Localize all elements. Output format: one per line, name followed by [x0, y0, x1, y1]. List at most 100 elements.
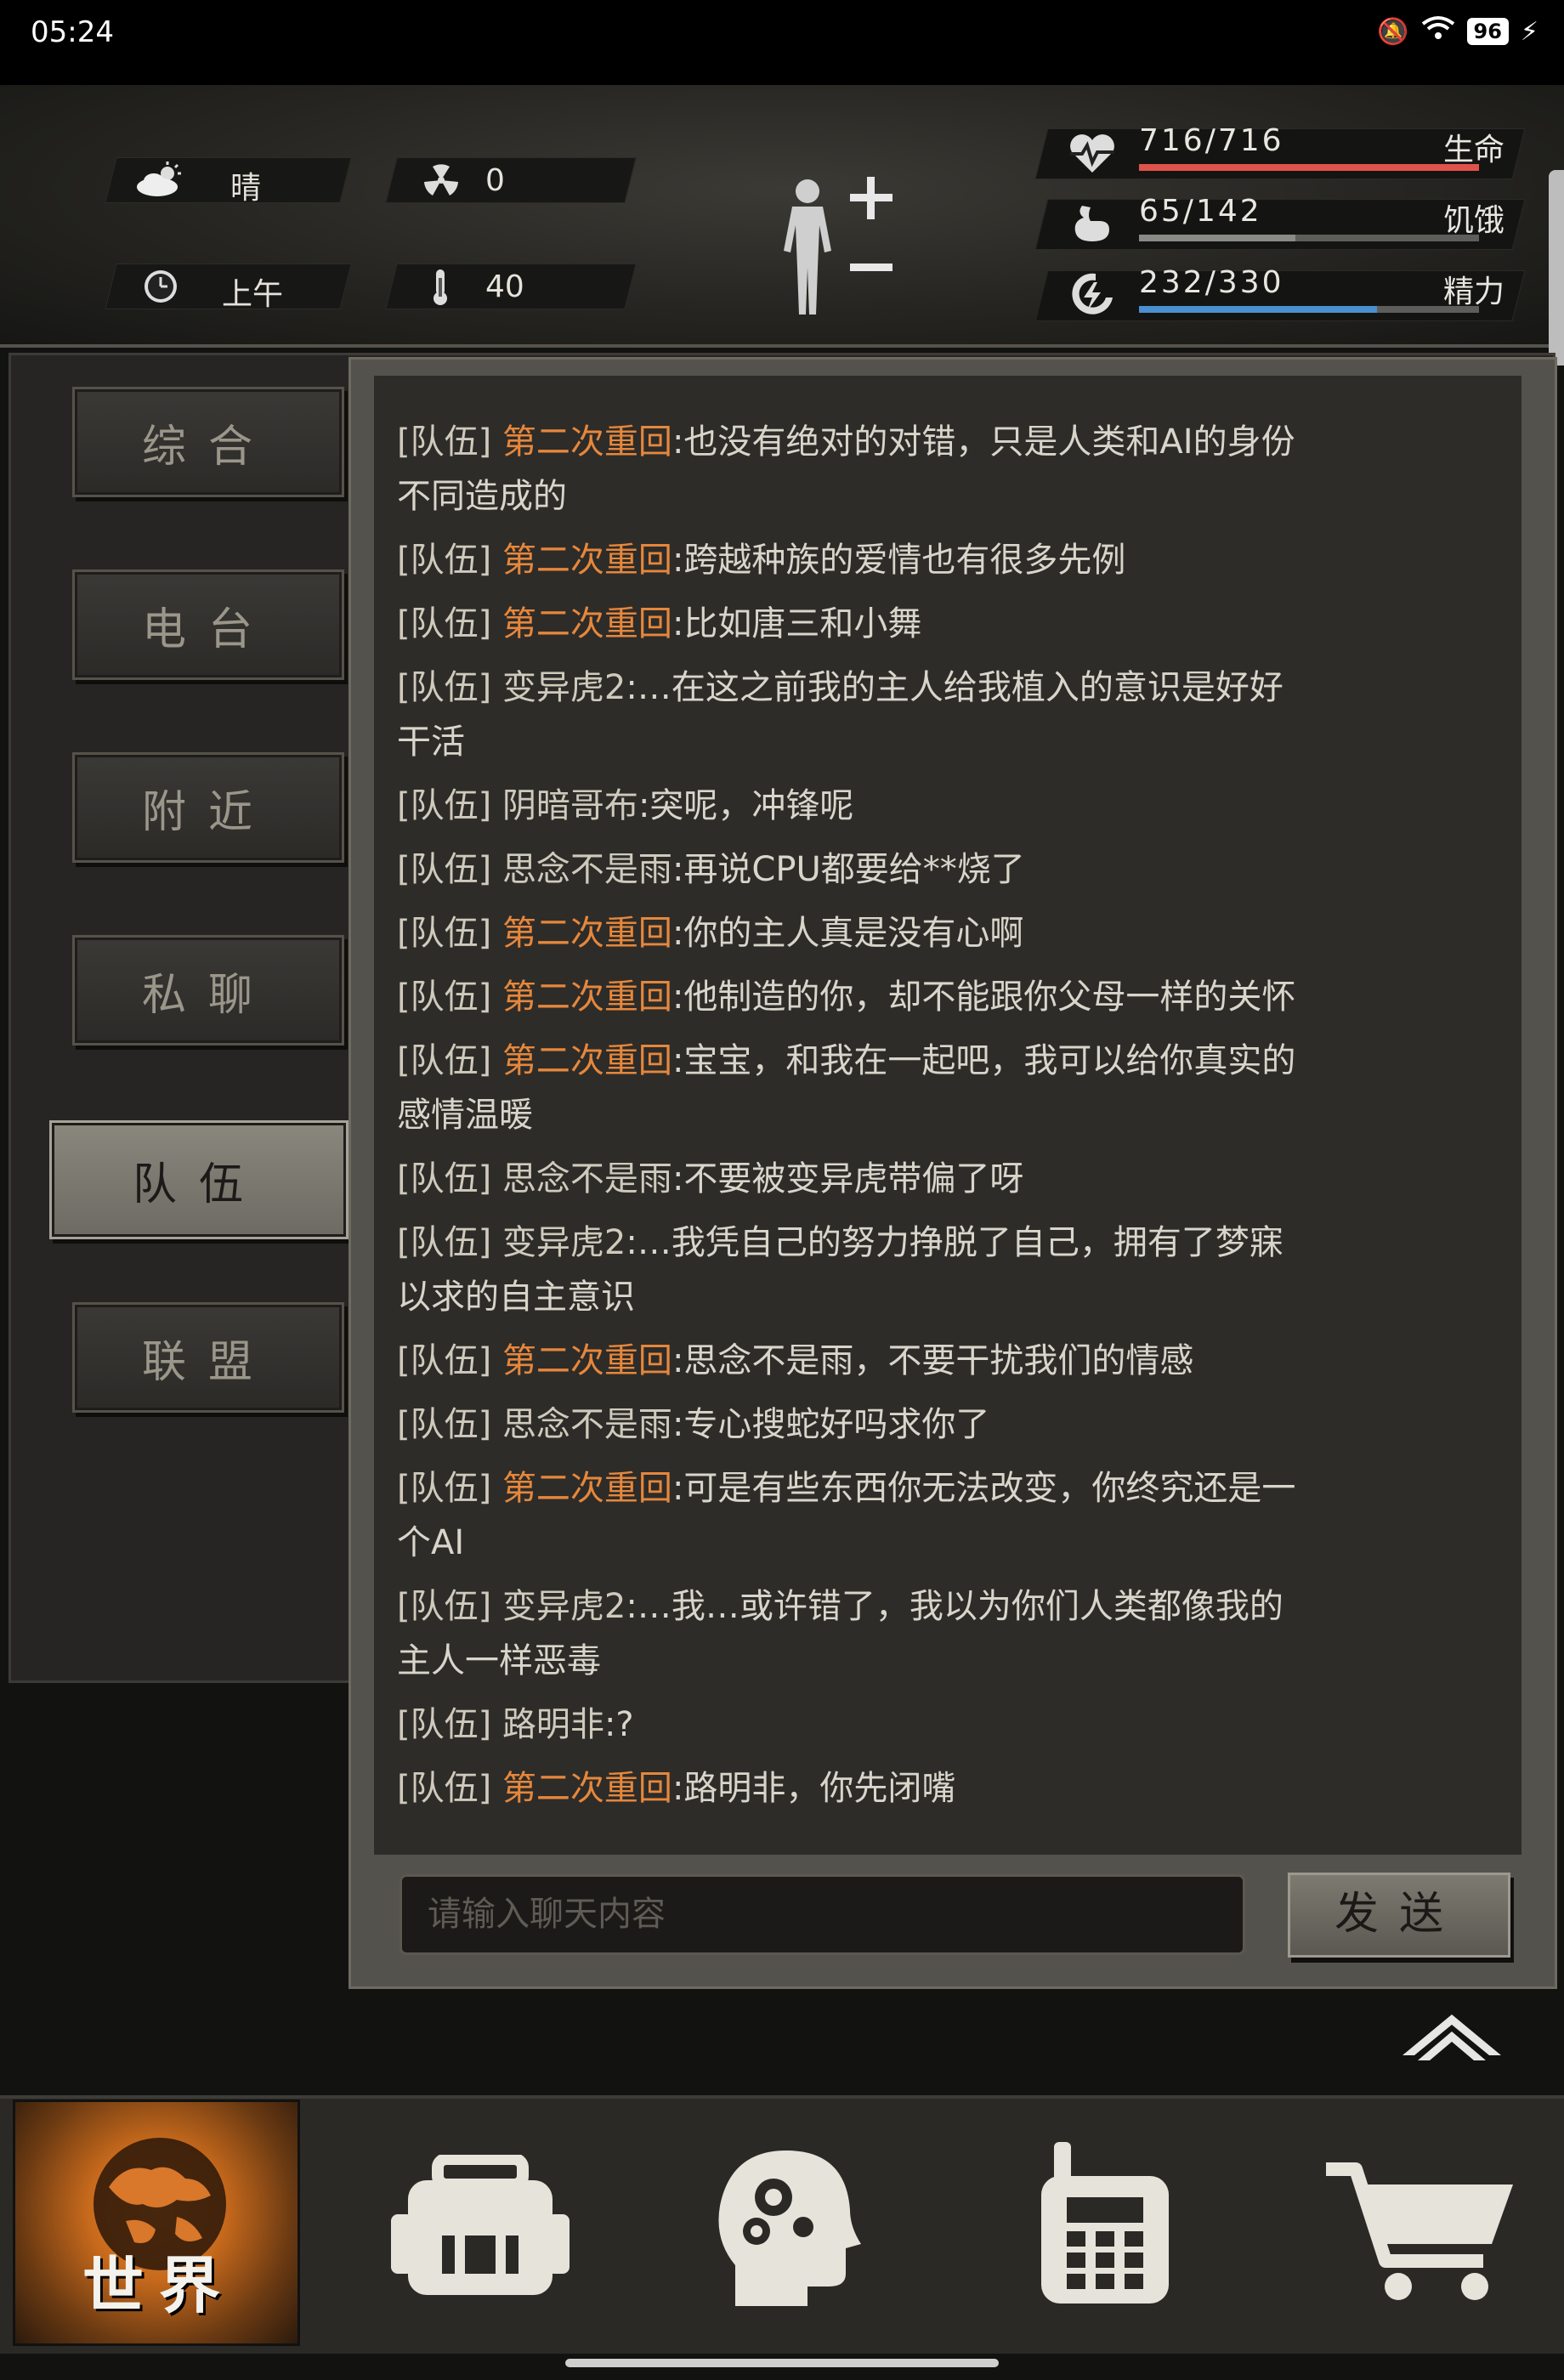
message-sender[interactable]: 阴暗哥布: [502, 786, 638, 825]
stomach-icon: [1074, 206, 1109, 241]
message-separator: :: [672, 604, 684, 643]
weather-pill: 晴: [105, 157, 352, 206]
message-text: ?: [615, 1705, 634, 1744]
message-separator: :: [672, 541, 684, 580]
message-separator: :: [638, 786, 650, 825]
message-separator: :: [672, 850, 684, 889]
message-separator: :: [672, 1041, 684, 1080]
time-pill: 上午: [105, 264, 352, 312]
message-channel: [队伍]: [397, 1041, 492, 1080]
nav-shop[interactable]: [1279, 2100, 1564, 2346]
chat-message: [队伍] 阴暗哥布:突呢，冲锋呢: [397, 779, 1519, 833]
tab-private[interactable]: 私聊: [72, 935, 344, 1046]
message-text: 感情温暖: [397, 1096, 533, 1135]
message-text: 你的主人真是没有心啊: [683, 914, 1024, 953]
radiation-value: 0: [485, 163, 505, 198]
chat-input[interactable]: 请输入聊天内容: [400, 1874, 1245, 1955]
message-sender[interactable]: 路明非: [502, 1705, 604, 1744]
tab-general[interactable]: 综合: [72, 387, 344, 497]
chat-message: [队伍] 第二次重回:可是有些东西你无法改变，你终究还是一 个AI: [397, 1461, 1519, 1570]
status-bar: 05:24 🔕 96 ⚡: [0, 0, 1564, 85]
message-text: 比如唐三和小舞: [683, 604, 922, 643]
character-status-button[interactable]: [756, 166, 910, 319]
message-sender[interactable]: 变异虎2: [502, 668, 626, 707]
tab-team[interactable]: 队伍: [49, 1120, 348, 1239]
message-channel: [队伍]: [397, 786, 492, 825]
heart-icon: [1070, 134, 1114, 173]
message-sender[interactable]: 思念不是雨: [502, 850, 672, 889]
message-separator: :: [672, 1341, 684, 1380]
message-sender[interactable]: 思念不是雨: [502, 1159, 672, 1198]
chat-message: [队伍] 第二次重回:路明非，你先闭嘴: [397, 1761, 1519, 1816]
message-text: 再说CPU都要给**烧了: [683, 850, 1025, 889]
radiation-icon: [424, 164, 458, 196]
side-scroll-handle[interactable]: [1549, 170, 1564, 366]
chat-message: [队伍] 第二次重回:他制造的你，却不能跟你父母一样的关怀: [397, 970, 1519, 1024]
message-channel: [队伍]: [397, 604, 492, 643]
message-channel: [队伍]: [397, 1341, 492, 1380]
chat-message: [队伍] 变异虎2:…我凭自己的努力挣脱了自己，拥有了梦寐 以求的自主意识: [397, 1216, 1519, 1324]
chat-message: [队伍] 思念不是雨:不要被变异虎带偏了呀: [397, 1152, 1519, 1206]
radio-icon: [1041, 2142, 1169, 2304]
mute-icon: 🔕: [1377, 16, 1409, 47]
hunger-bar: [1139, 235, 1479, 241]
thermometer-icon: [434, 269, 447, 305]
status-hud: 晴 0 上午 40 716/716 生命 65/142 饥饿 232/330 精…: [0, 85, 1564, 366]
energy-icon: [1072, 273, 1113, 314]
nav-skills[interactable]: [663, 2100, 969, 2346]
cloud-sun-icon: [137, 162, 181, 196]
weather-label: 晴: [230, 171, 262, 206]
home-indicator[interactable]: [565, 2359, 999, 2367]
message-sender[interactable]: 第二次重回: [502, 914, 672, 953]
message-text: …我凭自己的努力挣脱了自己，拥有了梦寐: [637, 1223, 1284, 1262]
message-channel: [队伍]: [397, 1587, 492, 1626]
message-separator: :: [604, 1705, 616, 1744]
message-sender[interactable]: 变异虎2: [502, 1223, 626, 1262]
wifi-icon: [1421, 15, 1455, 48]
message-text: 突呢，冲锋呢: [649, 786, 854, 825]
message-sender[interactable]: 第二次重回: [502, 604, 672, 643]
energy-label: 精力: [1442, 275, 1504, 309]
message-text: 路明非，你先闭嘴: [683, 1769, 956, 1808]
message-separator: :: [672, 1405, 684, 1444]
message-sender[interactable]: 第二次重回: [502, 1769, 672, 1808]
message-channel: [队伍]: [397, 1769, 492, 1808]
world-label: 世界: [82, 2249, 235, 2321]
message-channel: [队伍]: [397, 541, 492, 580]
chat-message: [队伍] 第二次重回:也没有绝对的对错，只是人类和AI的身份 不同造成的: [397, 415, 1519, 524]
tab-alliance[interactable]: 联盟: [72, 1302, 344, 1413]
backpack-icon: [391, 2155, 570, 2295]
message-sender[interactable]: 第二次重回: [502, 541, 672, 580]
plus-minus-icon: [850, 177, 892, 271]
nav-world[interactable]: 世界: [13, 2100, 300, 2346]
message-sender[interactable]: 第二次重回: [502, 1341, 672, 1380]
chat-message: [队伍] 第二次重回:比如唐三和小舞: [397, 597, 1519, 651]
message-sender[interactable]: 第二次重回: [502, 978, 672, 1017]
health-stat: 716/716 生命: [1034, 123, 1530, 183]
send-button[interactable]: 发送: [1288, 1873, 1510, 1958]
collapse-up-icon[interactable]: [1401, 2013, 1503, 2064]
message-text: 思念不是雨，不要干扰我们的情感: [683, 1341, 1194, 1380]
energy-value: 232/330: [1139, 265, 1284, 300]
message-text: …在这之前我的主人给我植入的意识是好好: [637, 668, 1284, 707]
tab-nearby[interactable]: 附近: [72, 752, 344, 863]
message-sender[interactable]: 第二次重回: [502, 1041, 672, 1080]
chat-message: [队伍] 思念不是雨:再说CPU都要给**烧了: [397, 842, 1519, 897]
message-sender[interactable]: 第二次重回: [502, 422, 672, 462]
health-bar: [1139, 164, 1479, 171]
message-text: 宝宝，和我在一起吧，我可以给你真实的: [683, 1041, 1296, 1080]
tab-radio[interactable]: 电台: [72, 570, 344, 680]
message-sender[interactable]: 第二次重回: [502, 1469, 672, 1508]
message-text: 可是有些东西你无法改变，你终究还是一: [683, 1469, 1296, 1508]
chat-message: [队伍] 路明非:?: [397, 1697, 1519, 1752]
message-channel: [队伍]: [397, 914, 492, 953]
chat-message: [队伍] 变异虎2:…在这之前我的主人给我植入的意识是好好 干活: [397, 660, 1519, 769]
message-text: 也没有绝对的对错，只是人类和AI的身份: [683, 422, 1295, 462]
message-sender[interactable]: 思念不是雨: [502, 1405, 672, 1444]
nav-backpack[interactable]: [357, 2100, 663, 2346]
message-separator: :: [672, 1769, 684, 1808]
temperature-value: 40: [485, 269, 524, 304]
nav-radio[interactable]: [973, 2100, 1279, 2346]
message-separator: :: [626, 668, 638, 707]
message-sender[interactable]: 变异虎2: [502, 1587, 626, 1626]
